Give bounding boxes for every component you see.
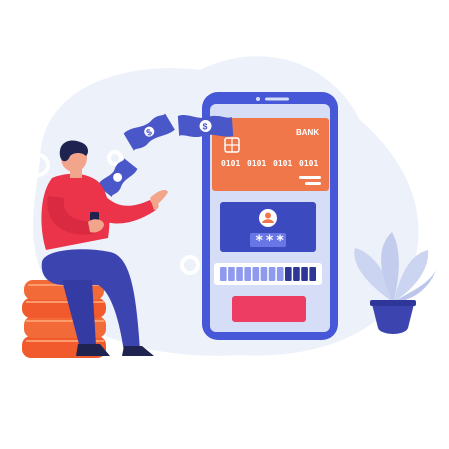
progress-segment-filled [236, 267, 243, 281]
card-stripe-1 [299, 176, 321, 179]
pin-mask: *** [255, 233, 286, 249]
card-number-group-3: 0101 [273, 159, 292, 168]
progress-segment-empty [285, 267, 292, 281]
progress-segment-filled [228, 267, 235, 281]
user-avatar-icon[interactable] [259, 209, 277, 227]
card-number-group-4: 0101 [299, 159, 318, 168]
mobile-banking-illustration: BANK 0101 0101 0101 0101 *** $ $ [22, 56, 436, 358]
card-number-group-1: 0101 [221, 159, 240, 168]
phone-camera [256, 97, 260, 101]
progress-segment-filled [220, 267, 227, 281]
login-panel: *** [220, 202, 316, 252]
confirm-button[interactable] [232, 296, 306, 322]
progress-segment-empty [309, 267, 316, 281]
progress-segment-filled [244, 267, 251, 281]
pot [372, 304, 414, 334]
phone-speaker [265, 97, 289, 101]
progress-segment-filled [260, 267, 268, 281]
card-number-group-2: 0101 [247, 159, 266, 168]
progress-segment-filled [252, 267, 260, 281]
progress-segment-empty [301, 267, 308, 281]
dollar-symbol: $ [202, 121, 207, 131]
progress-segment-filled [276, 267, 284, 281]
progress-segment-empty [293, 267, 300, 281]
progress-segment-filled [268, 267, 276, 281]
progress-bar [214, 263, 322, 285]
card-stripe-2 [305, 182, 321, 185]
money-bill-1: $ [177, 115, 234, 138]
bank-label: BANK [296, 128, 319, 137]
